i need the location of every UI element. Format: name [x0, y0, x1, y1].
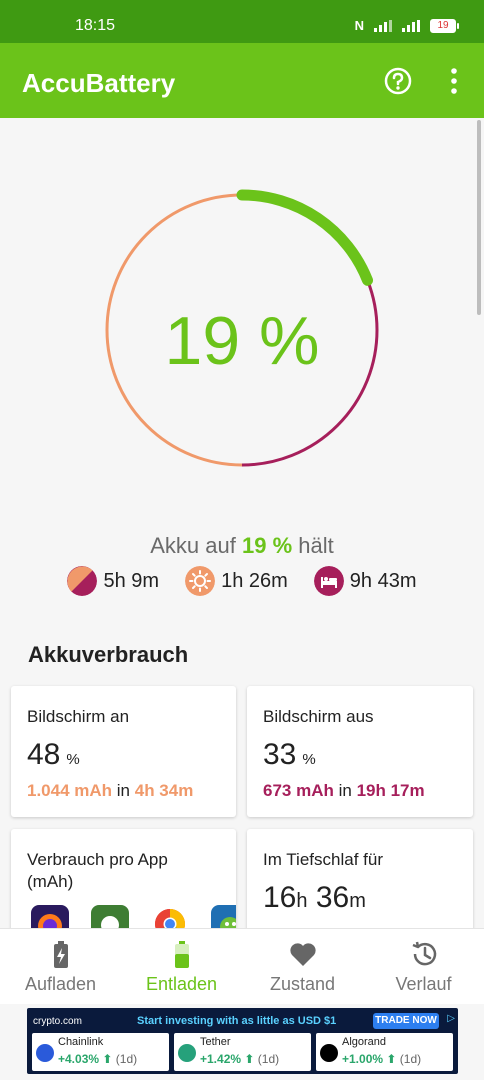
screen-off-percent: 33%: [263, 738, 316, 772]
history-icon: [412, 941, 436, 966]
scrollbar[interactable]: [477, 120, 481, 315]
screen-on-card[interactable]: Bildschirm an 48% 1.044 mAh in 4h 34m: [11, 686, 236, 817]
help-icon[interactable]: [384, 67, 412, 95]
signal-lte-icon: [402, 19, 420, 32]
nav-aufladen[interactable]: Aufladen: [0, 929, 121, 1004]
screen-on-sun-icon: [185, 566, 216, 596]
estimate-screen-on: 1h 26m: [185, 566, 288, 596]
app-title: AccuBattery: [22, 68, 176, 98]
nav-verlauf-label: Verlauf: [395, 974, 452, 994]
deep-sleep-h-unit: h: [296, 890, 308, 912]
status-bar: 18:15 N 19: [0, 0, 484, 43]
coin-chainlink-name: Chainlink: [58, 1036, 104, 1048]
deep-sleep-label: Im Tiefschlaf für: [263, 850, 383, 869]
battery-discharging-icon: [174, 941, 189, 968]
gauge-charge-arc: [236, 189, 374, 286]
nav-zustand[interactable]: Zustand: [242, 929, 363, 1004]
holds-value: 19 %: [241, 533, 293, 558]
screen-on-value: 48: [27, 738, 61, 771]
nav-aufladen-label: Aufladen: [24, 974, 97, 994]
nav-zustand-label: Zustand: [269, 974, 336, 994]
mixed-usage-icon: [67, 566, 98, 596]
estimate-mixed-value: 5h 9m: [103, 569, 160, 592]
status-icons: N 19: [354, 18, 459, 33]
tether-icon: [178, 1044, 196, 1062]
battery-holds-text: Akku auf 19 % hält: [0, 533, 484, 559]
deep-sleep-minutes: 36: [315, 881, 350, 914]
coin-algorand[interactable]: Algorand +1.00% ⬆ (1d): [316, 1033, 453, 1071]
holds-prefix: Akku auf: [150, 533, 236, 558]
coin-chainlink-change: +4.03% ⬆ (1d): [58, 1052, 138, 1066]
deep-sleep-m-unit: m: [349, 890, 366, 912]
screen-on-label: Bildschirm an: [27, 707, 130, 726]
ad-brand: crypto.com: [33, 1016, 82, 1027]
screen-on-unit: %: [66, 751, 80, 768]
sleep-bed-icon: [313, 566, 344, 596]
charge-percentage: 19 %: [164, 303, 320, 379]
ad-banner[interactable]: crypto.com Start investing with as littl…: [27, 1008, 458, 1074]
estimate-sleep: 9h 43m: [313, 566, 417, 596]
more-options-icon[interactable]: [446, 67, 462, 95]
battery-icon: 19: [430, 18, 459, 33]
screen-off-label: Bildschirm aus: [263, 707, 374, 726]
screen-off-details: 673 mAh in 19h 17m: [263, 781, 425, 801]
screen-off-mah: 673 mAh: [263, 781, 334, 800]
estimate-mixed: 5h 9m: [67, 566, 159, 596]
screen-on-in: in: [116, 781, 131, 800]
chainlink-icon: [36, 1044, 54, 1062]
screen-off-card[interactable]: Bildschirm aus 33% 673 mAh in 19h 17m: [247, 686, 473, 817]
nav-entladen-label: Entladen: [145, 974, 218, 994]
status-time: 18:15: [75, 17, 116, 34]
app-bar: AccuBattery: [0, 43, 484, 118]
estimate-screen-on-value: 1h 26m: [221, 569, 288, 592]
screen-off-unit: %: [302, 751, 316, 768]
ad-headline: Start investing with as little as USD $1: [137, 1015, 337, 1027]
screen-on-time: 4h 34m: [134, 781, 194, 800]
battery-charging-icon: [53, 941, 68, 968]
ad-choices-icon[interactable]: ▷: [447, 1013, 455, 1024]
algorand-icon: [320, 1044, 338, 1062]
heart-icon: [289, 943, 316, 966]
coin-algorand-name: Algorand: [342, 1036, 387, 1048]
estimate-sleep-value: 9h 43m: [349, 569, 417, 592]
per-app-label: Verbrauch pro App (mAh): [27, 850, 168, 891]
section-title: Akkuverbrauch: [28, 642, 189, 667]
nav-verlauf[interactable]: Verlauf: [363, 929, 484, 1004]
coin-tether-name: Tether: [200, 1036, 231, 1048]
coin-tether[interactable]: Tether +1.42% ⬆ (1d): [174, 1033, 311, 1071]
per-app-card[interactable]: Verbrauch pro App (mAh): [11, 829, 236, 939]
bottom-navigation: Aufladen Entladen Zustand Verlauf: [0, 928, 484, 1004]
deep-sleep-duration: 16h 36m: [263, 881, 366, 915]
screen-on-percent: 48%: [27, 738, 80, 772]
screen-on-mah: 1.044 mAh: [27, 781, 113, 800]
holds-suffix: hält: [298, 533, 334, 558]
coin-chainlink[interactable]: Chainlink +4.03% ⬆ (1d): [32, 1033, 169, 1071]
ad-cta-button[interactable]: TRADE NOW: [373, 1013, 439, 1029]
signal-icon: [374, 19, 392, 32]
screen-off-value: 33: [263, 738, 297, 771]
screen-on-details: 1.044 mAh in 4h 34m: [27, 781, 193, 801]
nav-entladen[interactable]: Entladen: [121, 929, 242, 1004]
deep-sleep-hours: 16: [263, 881, 297, 914]
time-estimates: 5h 9m 1h 26m 9h 43m: [0, 566, 484, 596]
nfc-icon: N: [354, 18, 364, 33]
coin-tether-change: +1.42% ⬆ (1d): [200, 1052, 280, 1066]
coin-algorand-change: +1.00% ⬆ (1d): [342, 1052, 422, 1066]
screen-off-time: 19h 17m: [356, 781, 425, 800]
screen-off-in: in: [338, 781, 352, 800]
deep-sleep-card[interactable]: Im Tiefschlaf für 16h 36m: [247, 829, 473, 939]
